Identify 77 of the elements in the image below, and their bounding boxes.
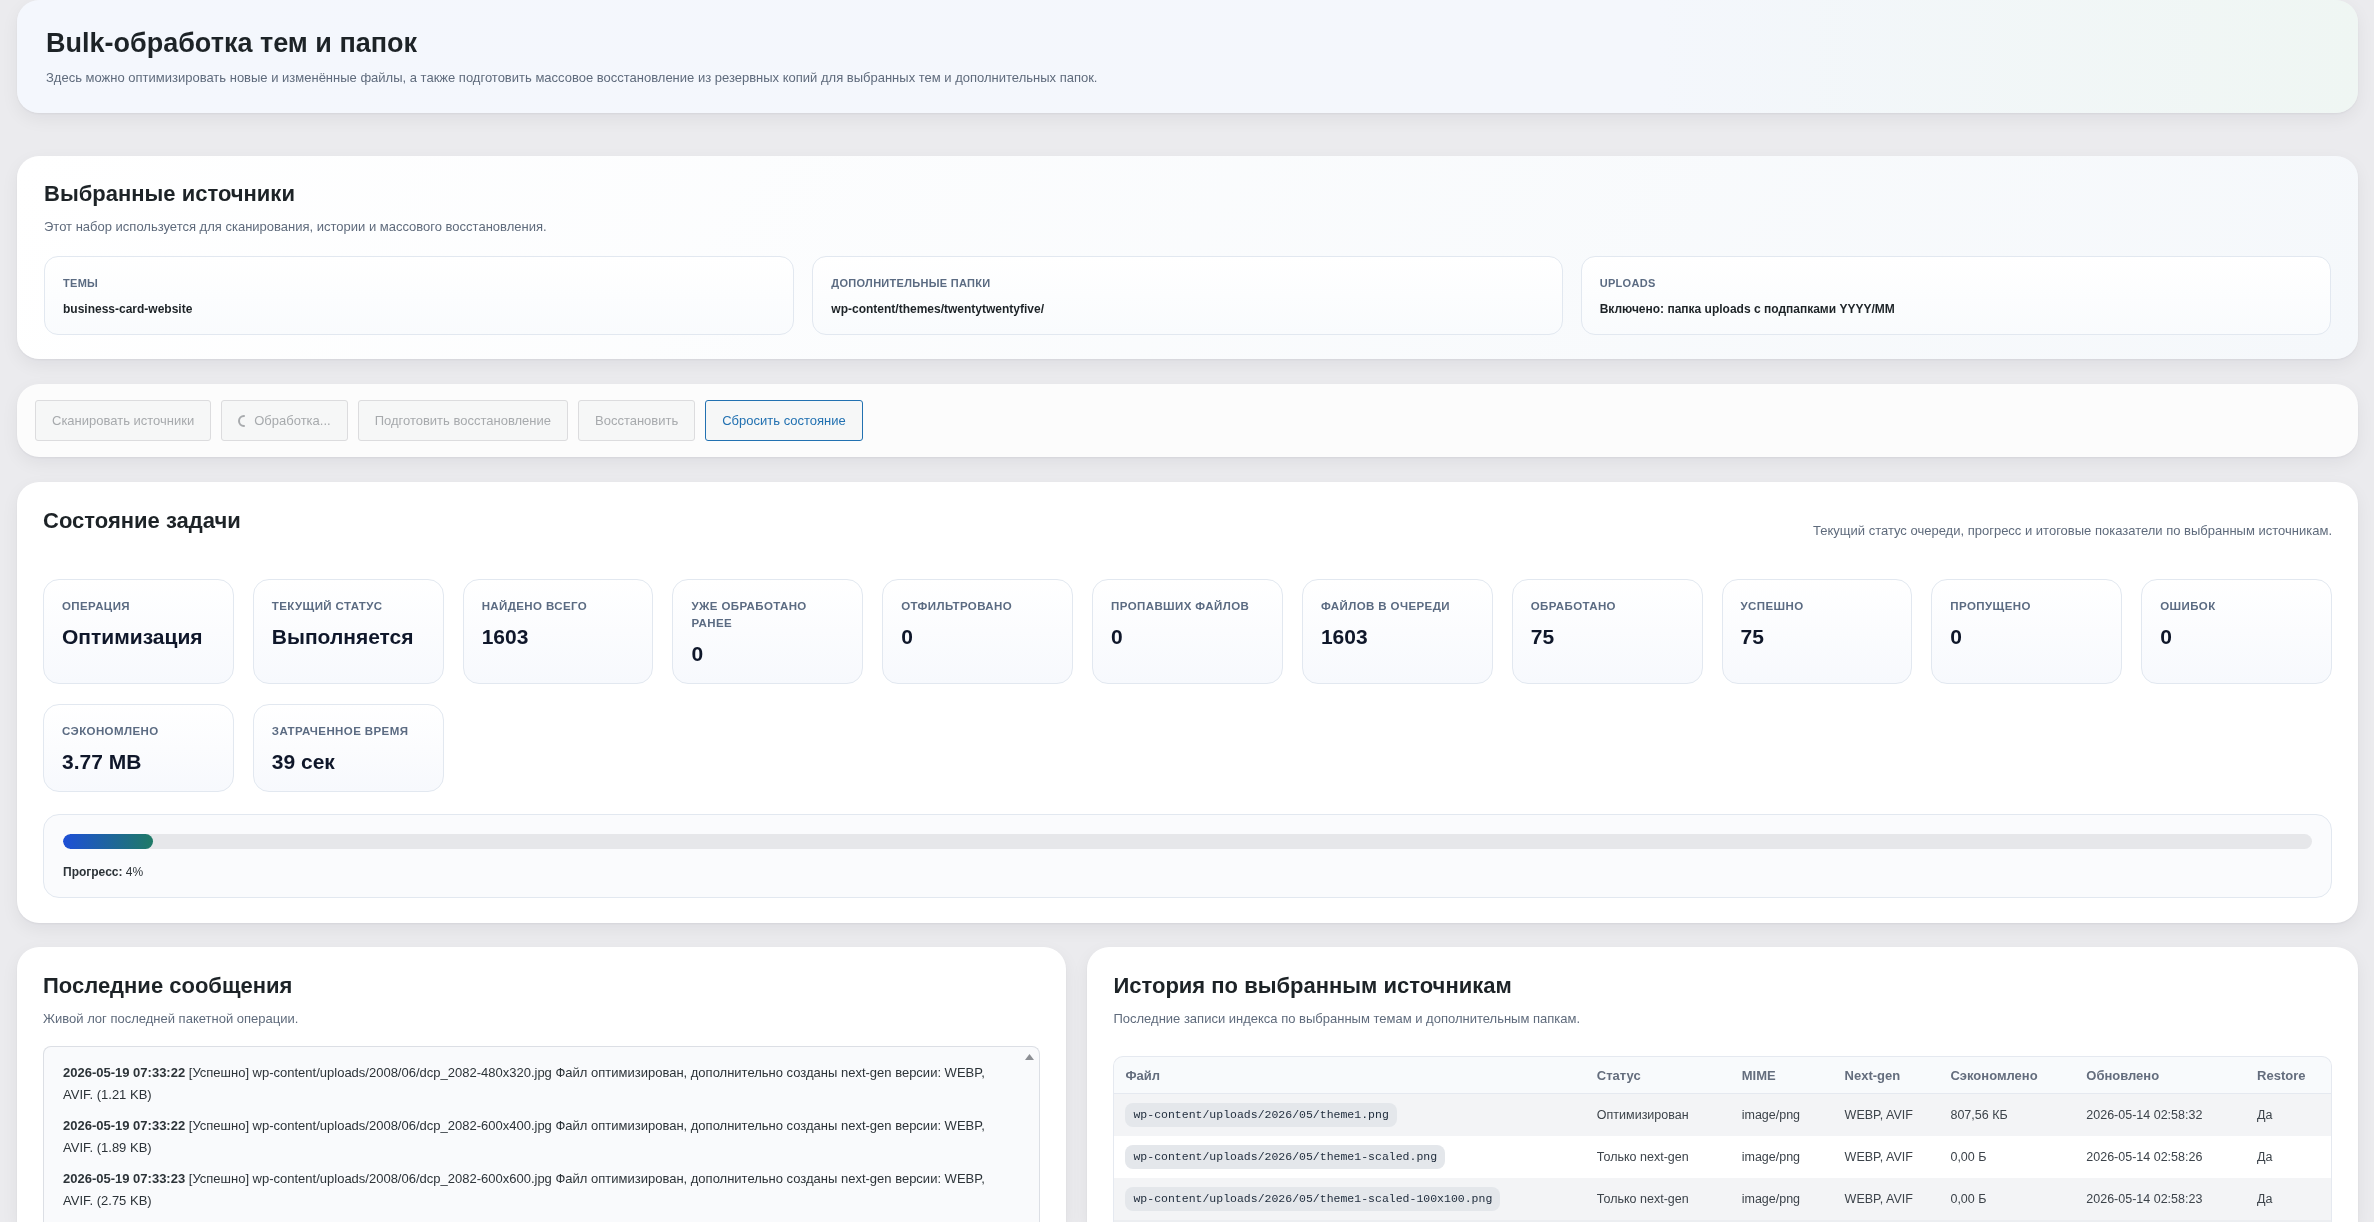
table-cell-text: Да: [2256, 1192, 2274, 1206]
column-header: Сэкономлено: [1949, 1067, 2039, 1083]
stat-label: ПРОПУЩЕНО: [1950, 599, 2032, 614]
table-cell-text: WEBP, AVIF: [1843, 1108, 1914, 1122]
table-cell-text: 2026-05-14 02:58:32: [2085, 1108, 2204, 1122]
stat-value: 3.77 MB: [62, 749, 143, 775]
stat-value: 0: [1111, 624, 1124, 650]
spinner-icon: [238, 414, 246, 427]
stat-label: ОШИБОК: [2160, 599, 2217, 614]
file-path: wp-content/uploads/2026/05/theme1-scaled.png: [1125, 1145, 1446, 1169]
stat-value: 0: [691, 641, 705, 667]
stat-value: 0: [2160, 624, 2173, 650]
action-button[interactable]: Сбросить состояние: [705, 400, 863, 441]
log-entry: 2026-05-19 07:33:22 [Успешно] wp-content/uploads/2008/06/dcp_2082-480x320.jpg Файл оптимизирован, дополнительно созданы next-gen версии: WEBP, AVIF. (1.21 KB): [63, 1064, 986, 1104]
stat-label: ЗАТРАЧЕННОЕ ВРЕМЯ: [271, 724, 410, 739]
section-description: Живой лог последней пакетной операции.: [43, 1010, 300, 1028]
stat-label: НАЙДЕНО ВСЕГО: [481, 599, 589, 614]
stat-label: ОПЕРАЦИЯ: [62, 599, 131, 614]
column-header: Файл: [1124, 1067, 1161, 1083]
table-cell-text: image/png: [1740, 1108, 1802, 1122]
source-label: ТЕМЫ: [63, 276, 100, 290]
section-description: Текущий статус очереди, прогресс и итоговые показатели по выбранным источникам.: [1813, 522, 2332, 540]
column-header: MIME: [1740, 1067, 1777, 1083]
stat-label: СЭКОНОМЛЕНО: [62, 724, 160, 739]
page-description: Здесь можно оптимизировать новые и изменённые файлы, а также подготовить массовое восстановление из резервных копий для выбранных тем и дополнительных папок.: [46, 69, 1099, 87]
stat-value: 0: [901, 624, 914, 650]
stat-value: 75: [1530, 624, 1556, 650]
stat-label: ФАЙЛОВ В ОЧЕРЕДИ: [1320, 599, 1451, 614]
stat-value: Оптимизация: [62, 624, 204, 650]
scroll-up-icon[interactable]: [1025, 1054, 1035, 1060]
file-path: wp-content/uploads/2026/05/theme1.png: [1125, 1103, 1397, 1127]
section-description: Последние записи индекса по выбранным темам и дополнительным папкам.: [1113, 1010, 1582, 1028]
stat-label: ПРОПАВШИХ ФАЙЛОВ: [1111, 599, 1251, 614]
section-title: Состояние задачи: [43, 507, 241, 535]
stat-value: 0: [1950, 624, 1964, 650]
stat-value: 75: [1740, 624, 1765, 650]
log-entry: 2026-05-19 07:33:22 [Успешно] wp-content/uploads/2008/06/dcp_2082-600x400.jpg Файл оптимизирован, дополнительно созданы next-gen версии: WEBP, AVIF. (1.89 KB): [63, 1117, 986, 1157]
table-cell-text: WEBP, AVIF: [1843, 1150, 1914, 1164]
column-header: Обновлено: [2085, 1067, 2161, 1083]
table-cell-text: image/png: [1740, 1192, 1802, 1206]
table-cell-text: Да: [2256, 1108, 2274, 1122]
section-title: Последние сообщения: [43, 972, 294, 1000]
stat-value: 1603: [1320, 624, 1369, 650]
table-cell-text: 2026-05-14 02:58:26: [2085, 1150, 2204, 1164]
table-cell-text: WEBP, AVIF: [1843, 1192, 1914, 1206]
table-cell-text: 807,56 КБ: [1949, 1108, 2009, 1122]
source-value: business-card-website: [63, 301, 194, 317]
table-cell-text: image/png: [1740, 1150, 1802, 1164]
table-cell-text: Только next-gen: [1595, 1192, 1690, 1206]
section-title: Выбранные источники: [44, 180, 296, 208]
column-header: Статус: [1595, 1067, 1642, 1083]
section-description: Этот набор используется для сканирования, истории и массового восстановления.: [44, 218, 548, 236]
stat-label: УЖЕ ОБРАБОТАНО РАНЕЕ: [691, 599, 808, 631]
file-path: wp-content/uploads/2026/05/theme1-scaled-100x100.png: [1125, 1187, 1501, 1211]
source-label: UPLOADS: [1599, 276, 1657, 290]
stat-value: 39 сек: [271, 749, 336, 775]
progress-label: Прогресс: 4%: [63, 864, 145, 880]
source-value: wp-content/themes/twentytwentyfive/: [831, 301, 1046, 317]
stat-value: 1603: [481, 624, 530, 650]
page-title: Bulk-обработка тем и папок: [46, 27, 419, 60]
stat-label: УСПЕШНО: [1740, 599, 1805, 614]
table-cell-text: 0,00 Б: [1949, 1192, 1988, 1206]
stat-label: ОТФИЛЬТРОВАНО: [901, 599, 1014, 614]
table-cell-text: Оптимизирован: [1595, 1108, 1690, 1122]
table-cell-text: Только next-gen: [1595, 1150, 1690, 1164]
stat-value: Выполняется: [271, 624, 415, 650]
column-header: Next-gen: [1843, 1067, 1902, 1083]
section-title: История по выбранным источникам: [1113, 972, 1513, 1000]
stat-label: ОБРАБОТАНО: [1530, 599, 1617, 614]
stat-label: ТЕКУЩИЙ СТАТУС: [271, 599, 384, 614]
table-cell-text: 2026-05-14 02:58:23: [2085, 1192, 2204, 1206]
table-cell-text: Да: [2256, 1150, 2274, 1164]
source-label: ДОПОЛНИТЕЛЬНЫЕ ПАПКИ: [831, 276, 992, 290]
log-entry: 2026-05-19 07:33:23 [Успешно] wp-content/uploads/2008/06/dcp_2082-600x600.jpg Файл оптимизирован, дополнительно созданы next-gen версии: WEBP, AVIF. (2.75 KB): [63, 1170, 986, 1210]
table-cell-text: 0,00 Б: [1949, 1150, 1988, 1164]
source-value: Включено: папка uploads с подпапками YYYY/MM: [1599, 301, 1896, 317]
column-header: Restore: [2256, 1067, 2307, 1083]
